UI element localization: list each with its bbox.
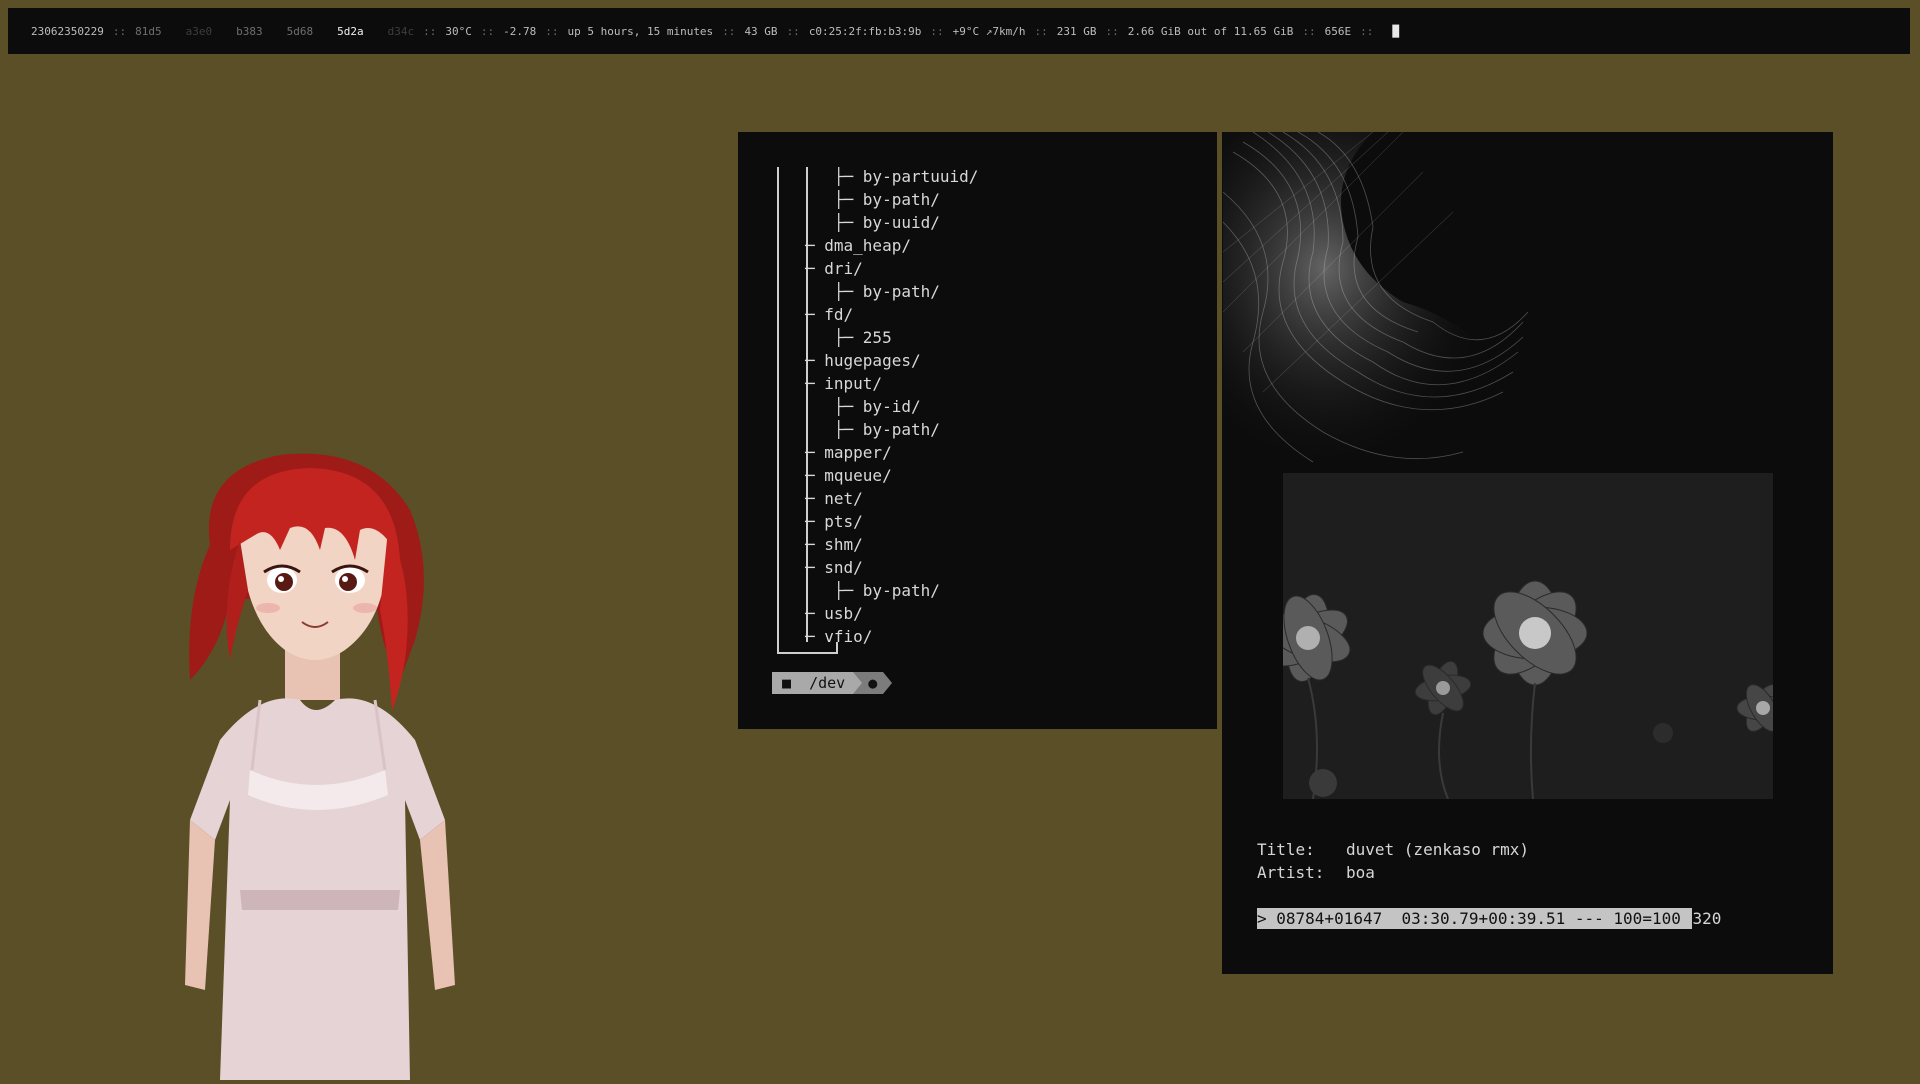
music-player[interactable]: Title: duvet (zenkaso rmx) Artist: boa > 0… xyxy=(1222,132,1833,974)
bar-separator: :: xyxy=(112,24,127,38)
tree-item[interactable]: ─ input/ xyxy=(805,372,978,395)
tree-item[interactable]: ├─ by-id/ xyxy=(805,395,978,418)
tree-item[interactable]: ─ mqueue/ xyxy=(805,464,978,487)
prompt-arrow xyxy=(853,672,863,694)
bar-separator: :: xyxy=(1034,24,1048,38)
tree-item[interactable]: ─ snd/ xyxy=(805,556,978,579)
tree-item[interactable]: ─ dma_heap/ xyxy=(805,234,978,257)
bar-separator: :: xyxy=(722,24,736,38)
bar-temperature: 30°C xyxy=(445,24,472,38)
bar-extra: 656E xyxy=(1324,24,1352,38)
character-illustration xyxy=(160,450,490,1080)
playback-progress[interactable]: > 08784+01647 03:30.79+00:39.51 --- 100=… xyxy=(1257,908,1721,929)
tree-terminal[interactable]: ├─ by-partuuid/ ├─ by-path/ ├─ by-uuid/ … xyxy=(738,132,1217,729)
tree-guide-line xyxy=(777,652,838,654)
square-icon: ■ xyxy=(782,674,792,692)
workspace-1[interactable]: 81d5 xyxy=(135,25,162,38)
tree-item[interactable]: ├─ by-partuuid/ xyxy=(805,165,979,188)
tree-item[interactable]: ─ fd/ xyxy=(805,303,978,326)
tree-item[interactable]: ─ dri/ xyxy=(805,257,978,280)
bar-date: 23062350229 xyxy=(31,24,104,38)
prompt-arrow xyxy=(883,672,893,694)
track-title-row: Title: duvet (zenkaso rmx) xyxy=(1257,838,1529,861)
tree-item[interactable]: ├─ by-uuid/ xyxy=(805,211,978,234)
workspace-3[interactable]: b383 xyxy=(236,25,263,38)
prompt-path: /dev xyxy=(809,674,846,692)
shell-prompt[interactable]: ■ /dev ● xyxy=(772,672,893,694)
workspace-4[interactable]: 5d68 xyxy=(287,25,314,38)
workspace-5[interactable]: 5d2a xyxy=(337,25,364,38)
dot-icon: ● xyxy=(868,674,878,692)
bar-separator: :: xyxy=(1302,24,1316,38)
tree-item[interactable]: ├─ by-path/ xyxy=(805,418,978,441)
track-metadata: Title: duvet (zenkaso rmx) Artist: boa xyxy=(1257,838,1529,884)
bar-separator: :: xyxy=(545,24,559,38)
tree-item[interactable]: ─ net/ xyxy=(805,487,978,510)
tree-item[interactable]: ─ hugepages/ xyxy=(805,349,978,372)
tree-guide-line xyxy=(777,167,779,654)
bar-separator: :: xyxy=(1360,24,1374,38)
bar-mac: c0:25:2f:fb:b3:9b xyxy=(808,24,922,38)
tree-item[interactable]: ├─ by-path/ xyxy=(805,579,978,602)
progress-remaining: 320 xyxy=(1692,909,1722,928)
status-bar: 23062350229 :: 81d5 a3e0 b383 5d68 5d2a … xyxy=(8,8,1910,54)
bar-value: -2.78 xyxy=(503,24,537,38)
bar-separator: :: xyxy=(930,24,944,38)
tree-item[interactable]: ─ vfio/ xyxy=(805,625,978,648)
anime-girl-image xyxy=(185,453,455,1080)
title-label: Title: xyxy=(1257,840,1315,859)
track-artist: boa xyxy=(1346,863,1375,882)
tree-item[interactable]: ├─ by-path/ xyxy=(805,188,978,211)
prompt-status-segment: ● xyxy=(862,672,884,694)
abstract-artwork xyxy=(1223,132,1583,472)
workspace-2[interactable]: a3e0 xyxy=(186,25,213,38)
progress-filled: > 08784+01647 03:30.79+00:39.51 --- 100=… xyxy=(1257,908,1693,929)
wireframe-image xyxy=(1223,132,1529,472)
artist-label: Artist: xyxy=(1257,863,1325,882)
album-cover xyxy=(1283,473,1773,799)
bar-cursor: █ xyxy=(1392,24,1399,38)
bar-disk1: 43 GB xyxy=(744,24,778,38)
bar-weather: +9°C ↗7km/h xyxy=(952,24,1026,38)
bar-separator: :: xyxy=(786,24,800,38)
bar-separator: :: xyxy=(480,24,495,38)
bar-separator: :: xyxy=(423,24,437,38)
tree-item[interactable]: ─ usb/ xyxy=(805,602,978,625)
tree-item[interactable]: ─ pts/ xyxy=(805,510,978,533)
workspace-6[interactable]: d34c xyxy=(388,25,415,38)
track-artist-row: Artist: boa xyxy=(1257,861,1529,884)
prompt-path-segment: ■ /dev xyxy=(772,672,854,694)
bar-disk2: 231 GB xyxy=(1056,24,1097,38)
tree-item[interactable]: ─ shm/ xyxy=(805,533,978,556)
directory-tree: ├─ by-partuuid/ ├─ by-path/ ├─ by-uuid/ … xyxy=(805,165,978,648)
tree-item[interactable]: ├─ 255 xyxy=(805,326,978,349)
flower-image xyxy=(1283,473,1773,799)
bar-memory: 2.66 GiB out of 11.65 GiB xyxy=(1127,24,1294,38)
bar-uptime: up 5 hours, 15 minutes xyxy=(567,24,714,38)
track-title: duvet (zenkaso rmx) xyxy=(1346,840,1530,859)
bar-separator: :: xyxy=(1105,24,1119,38)
tree-item[interactable]: ─ mapper/ xyxy=(805,441,978,464)
tree-item[interactable]: ├─ by-path/ xyxy=(805,280,978,303)
